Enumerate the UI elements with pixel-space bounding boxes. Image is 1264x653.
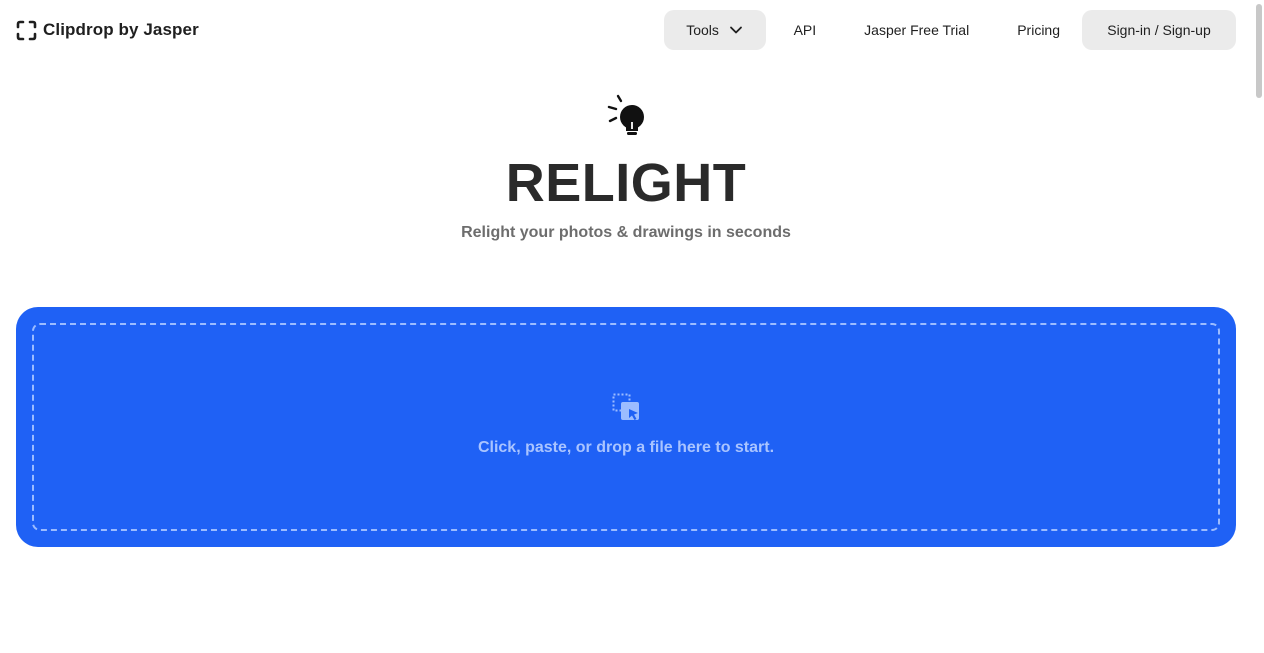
chevron-down-icon [730, 26, 742, 34]
top-navbar: Clipdrop by Jasper Tools API Jasper Free… [0, 0, 1250, 60]
jasper-free-trial-link[interactable]: Jasper Free Trial [864, 10, 969, 50]
sign-in-button[interactable]: Sign-in / Sign-up [1082, 10, 1236, 50]
dropzone-dashed-border [32, 323, 1220, 531]
page-scrollbar-thumb[interactable] [1256, 4, 1262, 98]
lightbulb-icon [607, 94, 644, 135]
tools-menu-button[interactable]: Tools [663, 10, 766, 50]
brand-logo-link[interactable]: Clipdrop by Jasper [16, 19, 199, 41]
dropzone-instructions: Click, paste, or drop a file here to sta… [477, 439, 775, 456]
brand-name: Clipdrop by Jasper [43, 20, 199, 39]
page-subtitle: Relight your photos & drawings in second… [461, 224, 791, 241]
clipdrop-logo-icon [16, 20, 37, 40]
main-nav: Tools API Jasper Free Trial Pricing Sign… [663, 10, 1236, 50]
page-title: RELIGHT [505, 153, 747, 213]
tools-label: Tools [686, 22, 719, 38]
file-drop-icon [612, 393, 639, 420]
pricing-link[interactable]: Pricing [1017, 10, 1060, 50]
file-dropzone[interactable]: Click, paste, or drop a file here to sta… [16, 307, 1236, 547]
api-link[interactable]: API [794, 10, 817, 50]
